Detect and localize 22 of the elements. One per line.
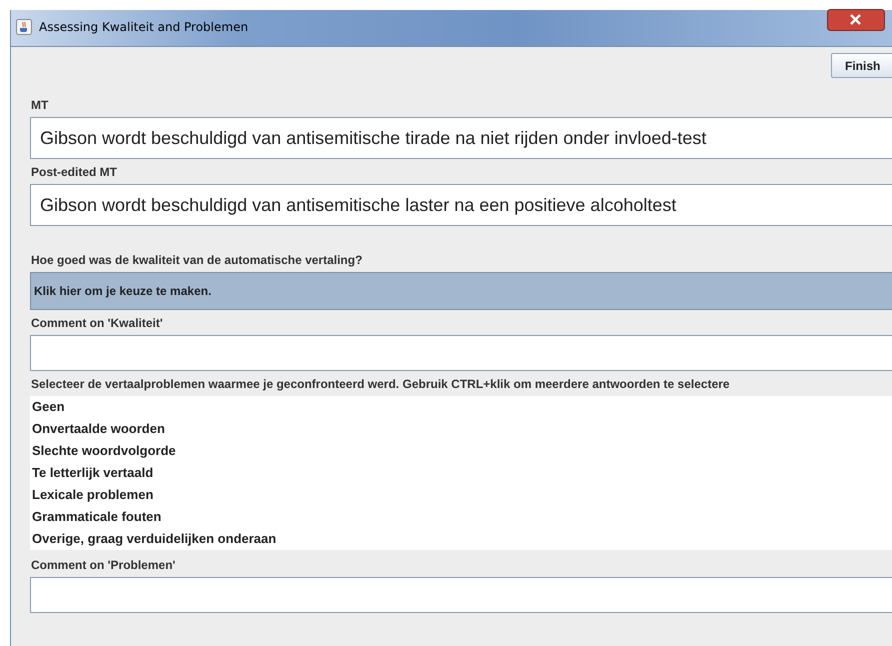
list-item[interactable]: Te letterlijk vertaald (30, 462, 892, 484)
list-item[interactable]: Onvertaalde woorden (30, 418, 892, 440)
field-label: Post-edited MT (31, 166, 117, 179)
quality-dropdown[interactable]: Klik hier om je keuze te maken. (30, 272, 892, 310)
question-label: Hoe goed was de kwaliteit van de automatische vertaling? (31, 254, 362, 267)
window-title: Assessing Kwaliteit and Problemen (39, 20, 248, 34)
cup-icon (16, 19, 32, 35)
list-item[interactable]: Grammaticale fouten (30, 506, 892, 528)
close-icon[interactable] (827, 9, 885, 31)
field-label: MT (31, 99, 48, 112)
list-item[interactable]: Lexicale problemen (30, 484, 892, 506)
list-item[interactable]: Overige, graag verduidelijken onderaan (30, 528, 892, 550)
comment-field[interactable] (30, 577, 892, 613)
instruction-label: Selecteer de vertaalproblemen waarmee je geconfronteerd werd. Gebruik CTRL+klik om meerdere antwoorden te selectere (31, 378, 730, 391)
field-label: Comment on 'Kwaliteit' (31, 317, 163, 330)
finish-button[interactable]: Finish (831, 53, 892, 78)
list-item[interactable]: Slechte woordvolgorde (30, 440, 892, 462)
mt-field[interactable]: Gibson wordt beschuldigd van antisemitische tirade na niet rijden onder invloed-test (30, 117, 892, 159)
comment-field[interactable] (30, 335, 892, 371)
field-label: Comment on 'Problemen' (31, 559, 176, 572)
list-item[interactable]: Geen (30, 396, 892, 418)
post-edited-field[interactable]: Gibson wordt beschuldigd van antisemitische laster na een positieve alcoholtest (30, 184, 892, 226)
